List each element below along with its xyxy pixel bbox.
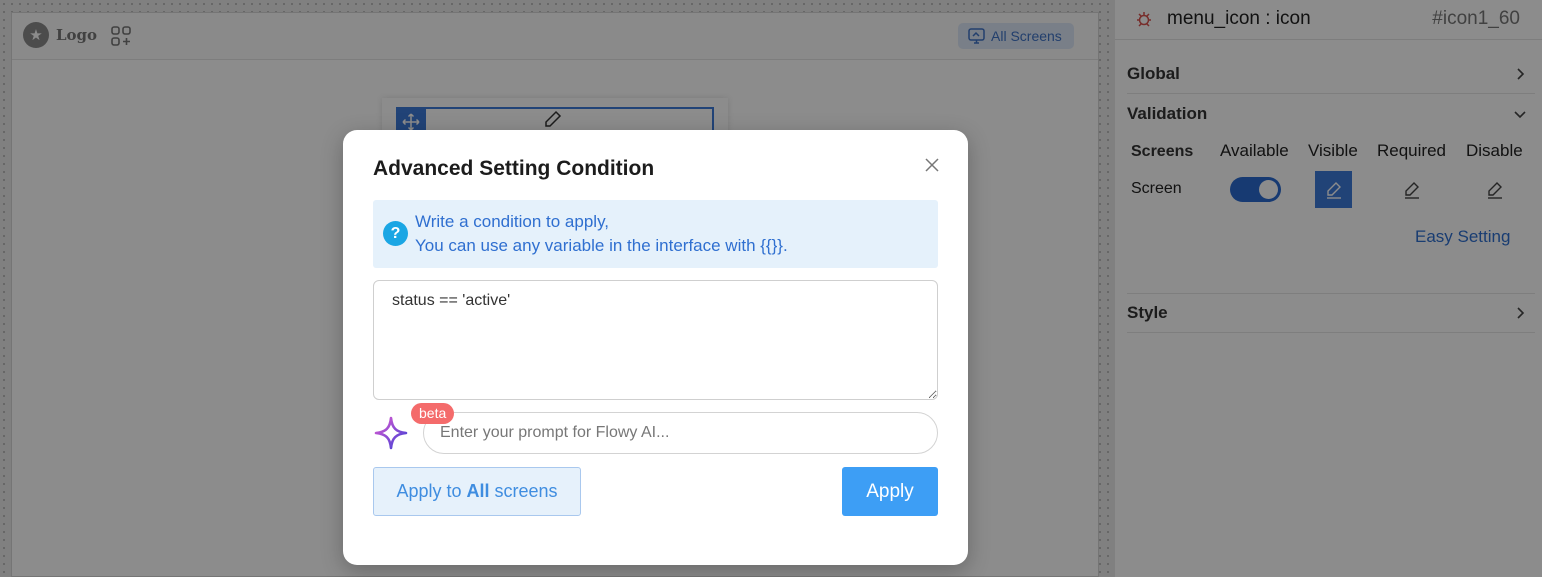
question-icon: ? (383, 221, 408, 246)
condition-textarea[interactable] (373, 280, 938, 400)
info-line-2: You can use any variable in the interfac… (415, 236, 788, 255)
info-box: ? Write a condition to apply, You can us… (373, 200, 938, 268)
apply-all-prefix: Apply to (396, 481, 462, 501)
sparkle-ai-icon (374, 416, 408, 450)
beta-badge: beta (411, 403, 455, 424)
close-icon[interactable] (923, 156, 941, 174)
apply-all-bold: All (466, 481, 490, 501)
apply-all-suffix: screens (494, 481, 558, 501)
flowy-ai-prompt-input[interactable] (423, 412, 938, 454)
apply-all-screens-button[interactable]: Apply to All screens (373, 467, 581, 516)
modal-title: Advanced Setting Condition (373, 157, 655, 180)
advanced-setting-modal: Advanced Setting Condition ? Write a con… (343, 130, 968, 565)
info-line-1: Write a condition to apply, (415, 212, 610, 231)
apply-button[interactable]: Apply (842, 467, 938, 516)
